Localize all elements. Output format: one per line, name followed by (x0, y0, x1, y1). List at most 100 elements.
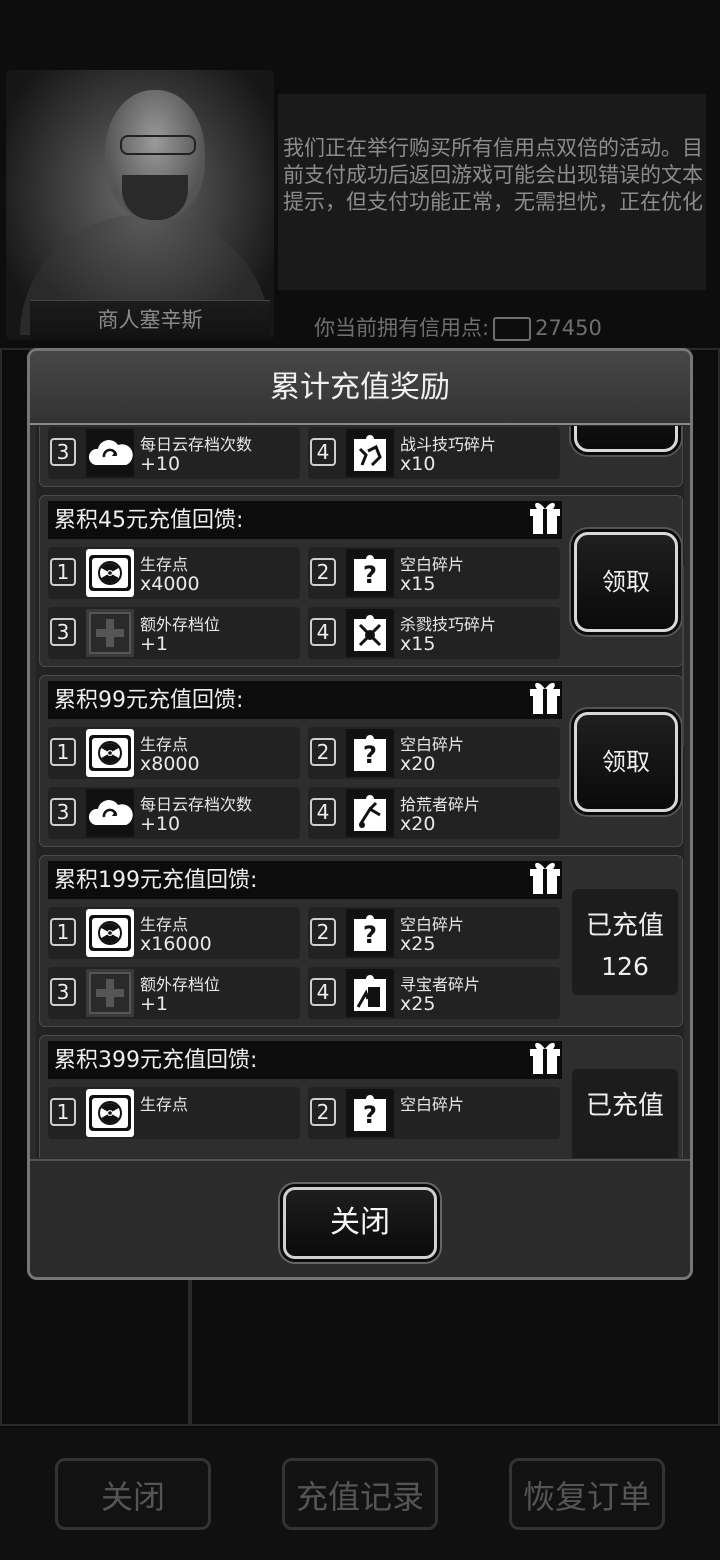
reward-quantity: x25 (400, 993, 436, 1015)
reward-name: 空白碎片 (400, 1095, 465, 1114)
gift-icon (528, 679, 562, 715)
recharge-history-button[interactable]: 充值记录 (282, 1458, 438, 1530)
reward-name: 额外存档位 (140, 615, 221, 634)
reward-name: 寻宝者碎片 (400, 975, 481, 994)
reward-name: 生存点 (140, 555, 189, 574)
radiation-icon (86, 909, 134, 957)
reward-item: 4 拾荒者碎片 x20 (308, 787, 560, 839)
reward-item: 4 战斗技巧碎片 x10 (308, 427, 560, 479)
save-slot-icon (86, 609, 134, 657)
bottom-close-button[interactable]: 关闭 (55, 1458, 211, 1530)
reward-item: 4 寻宝者碎片 x25 (308, 967, 560, 1019)
puzzle-blank-icon: ? (346, 1089, 394, 1137)
credit-card-icon (493, 317, 532, 341)
puzzle-combat-icon (346, 429, 394, 477)
reward-quantity: +10 (140, 813, 181, 835)
reward-index: 4 (310, 438, 336, 466)
radiation-icon (86, 729, 134, 777)
tier-title: 累积45元充值回馈: (48, 501, 562, 539)
reward-index: 4 (310, 978, 336, 1006)
charged-label: 已充值 (585, 1091, 664, 1121)
reward-item: 1 生存点 x16000 (48, 907, 300, 959)
reward-quantity: x15 (400, 573, 436, 595)
reward-quantity: x10 (400, 453, 436, 475)
reward-quantity: x8000 (140, 753, 200, 775)
puzzle-blank-icon: ? (346, 549, 394, 597)
modal-footer: 关闭 (30, 1159, 690, 1277)
puzzle-blank-icon: ? (346, 729, 394, 777)
reward-index: 1 (50, 918, 76, 946)
reward-index: 1 (50, 1098, 76, 1126)
reward-item: 3 每日云存档次数 +10 (48, 427, 300, 479)
reward-index: 2 (310, 738, 336, 766)
reward-name: 生存点 (140, 1095, 189, 1114)
claim-button[interactable]: 领取 (574, 532, 678, 632)
claim-button[interactable]: 领取 (574, 712, 678, 812)
reward-item: 2? 空白碎片 x20 (308, 727, 560, 779)
puzzle-treasure-icon (346, 969, 394, 1017)
reward-index: 1 (50, 738, 76, 766)
reward-index: 4 (310, 798, 336, 826)
reward-item: 4 杀戮技巧碎片 x15 (308, 607, 560, 659)
charged-status: 已充值 (572, 1069, 678, 1158)
radiation-icon (86, 1089, 134, 1137)
charged-label: 已充值 (585, 911, 664, 941)
reward-quantity: +1 (140, 993, 169, 1015)
reward-index: 2 (310, 918, 336, 946)
reward-item: 1 生存点 (48, 1087, 300, 1139)
reward-quantity: +1 (140, 633, 169, 655)
reward-name: 空白碎片 (400, 555, 465, 574)
modal-close-button[interactable]: 关闭 (283, 1187, 437, 1259)
reward-name: 生存点 (140, 915, 189, 934)
cloud-save-icon (86, 429, 134, 477)
gift-icon (528, 859, 562, 895)
puzzle-scavenger-icon (346, 789, 394, 837)
reward-index: 3 (50, 438, 76, 466)
reward-item: 2? 空白碎片 x25 (308, 907, 560, 959)
reward-name: 空白碎片 (400, 915, 465, 934)
reward-index: 3 (50, 978, 76, 1006)
reward-name: 生存点 (140, 735, 189, 754)
reward-name: 额外存档位 (140, 975, 221, 994)
reward-tier-card: 1生存点x20002?空白碎片x103每日云存档次数+104战斗技巧碎片x10领… (39, 426, 683, 487)
reward-name: 每日云存档次数 (140, 435, 253, 454)
reward-item: 1 生存点 x4000 (48, 547, 300, 599)
cumulative-recharge-modal: 累计充值奖励 1生存点x20002?空白碎片x103每日云存档次数+104战斗技… (27, 348, 693, 1280)
reward-item: 2? 空白碎片 (308, 1087, 560, 1139)
tier-title: 累积399元充值回馈: (48, 1041, 562, 1079)
reward-quantity: +10 (140, 453, 181, 475)
reward-tier-card: 累积99元充值回馈: 1 生存点 x8000 2? 空白碎片 x20 3 每日云存档次数 +10 4… (39, 675, 683, 847)
dialog-text: 我们正在举行购买所有信用点双倍的活动。目前支付成功后返回游戏可能会出现错误的文本… (283, 136, 703, 214)
reward-index: 3 (50, 798, 76, 826)
reward-name: 每日云存档次数 (140, 795, 253, 814)
reward-item: 3 额外存档位 +1 (48, 967, 300, 1019)
tier-list[interactable]: 1生存点x20002?空白碎片x103每日云存档次数+104战斗技巧碎片x10领… (36, 426, 684, 1158)
reward-quantity: x20 (400, 813, 436, 835)
gift-icon (528, 499, 562, 535)
reward-item: 3 每日云存档次数 +10 (48, 787, 300, 839)
svg-text:?: ? (363, 561, 377, 589)
gift-icon (528, 1039, 562, 1075)
credits-display: 你当前拥有信用点: 27450 (314, 312, 602, 342)
credits-label: 你当前拥有信用点: (314, 316, 490, 340)
puzzle-kill-icon (346, 609, 394, 657)
reward-tier-card: 累积399元充值回馈: 1 生存点 2? 空白碎片 已充值 (39, 1035, 683, 1158)
reward-quantity: x15 (400, 633, 436, 655)
reward-item: 2? 空白碎片 x15 (308, 547, 560, 599)
svg-text:?: ? (363, 1101, 377, 1129)
modal-title: 累计充值奖励 (30, 351, 690, 425)
claim-button[interactable]: 领取 (574, 426, 678, 452)
svg-text:?: ? (363, 921, 377, 949)
charged-amount: 126 (601, 952, 649, 981)
reward-name: 杀戮技巧碎片 (400, 615, 497, 634)
save-slot-icon (86, 969, 134, 1017)
reward-index: 1 (50, 558, 76, 586)
reward-quantity: x25 (400, 933, 436, 955)
reward-index: 2 (310, 558, 336, 586)
restore-order-button[interactable]: 恢复订单 (509, 1458, 665, 1530)
reward-quantity: x20 (400, 753, 436, 775)
tier-title: 累积99元充值回馈: (48, 681, 562, 719)
scrollbar[interactable] (682, 566, 684, 746)
reward-index: 3 (50, 618, 76, 646)
merchant-name: 商人塞辛斯 (30, 300, 270, 341)
